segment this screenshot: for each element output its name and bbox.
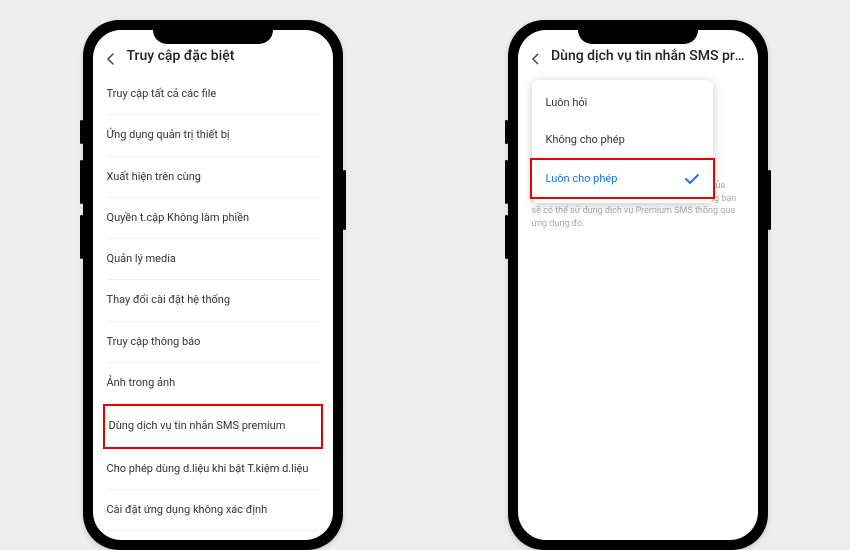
list-item[interactable]: Quyền t.cập Không làm phiền: [107, 198, 319, 239]
page-title: Dùng dịch vụ tin nhắn SMS pre...: [551, 48, 745, 64]
check-icon: [685, 174, 699, 184]
list-item[interactable]: Ảnh trong ảnh: [107, 363, 319, 404]
list-item[interactable]: Quản lý media: [107, 239, 319, 280]
phone-notch: [578, 20, 698, 44]
list-item[interactable]: Cho phép dùng d.liệu khi bật T.kiệm d.li…: [107, 449, 319, 490]
list-item[interactable]: Truy cập thông báo: [107, 322, 319, 363]
dropdown-item[interactable]: Không cho phép: [532, 121, 713, 158]
side-button: [505, 215, 508, 259]
side-button: [80, 215, 83, 259]
list-item[interactable]: Truy cập tất cả các file: [107, 74, 319, 115]
screen-left: Truy cập đặc biệt Truy cập tất cả các fi…: [93, 30, 333, 540]
list-item[interactable]: Dùng dịch vụ tin nhắn SMS premium: [103, 404, 323, 448]
dropdown-menu: Luôn hỏiKhông cho phép Luôn cho phép: [532, 80, 713, 203]
side-button: [80, 160, 83, 204]
dropdown-item-label: Luôn cho phép: [546, 172, 618, 185]
side-button: [343, 170, 346, 230]
side-button: [505, 120, 508, 144]
phone-mockup-right: Dùng dịch vụ tin nhắn SMS pre... có thể …: [508, 20, 768, 550]
list-item[interactable]: Cài đặt ứng dụng không xác định: [107, 490, 319, 531]
side-button: [505, 160, 508, 204]
list-item[interactable]: Ứng dụng quản trị thiết bị: [107, 115, 319, 156]
side-button: [80, 120, 83, 144]
back-icon[interactable]: [530, 50, 542, 62]
back-icon[interactable]: [105, 50, 117, 62]
dropdown-item[interactable]: Luôn cho phép: [530, 158, 715, 199]
list-item[interactable]: Xuất hiện trên cùng: [107, 157, 319, 198]
phone-notch: [153, 20, 273, 44]
list-item[interactable]: Thay đổi cài đặt hệ thống: [107, 280, 319, 321]
dropdown-item[interactable]: Luôn hỏi: [532, 84, 713, 121]
screen-right: Dùng dịch vụ tin nhắn SMS pre... có thể …: [518, 30, 758, 540]
settings-list: Truy cập tất cả các fileỨng dụng quản tr…: [93, 74, 333, 540]
side-button: [768, 170, 771, 230]
phone-mockup-left: Truy cập đặc biệt Truy cập tất cả các fi…: [83, 20, 343, 550]
list-item[interactable]: Chuông báo và lời nhắc: [107, 531, 319, 540]
page-title: Truy cập đặc biệt: [127, 48, 235, 64]
